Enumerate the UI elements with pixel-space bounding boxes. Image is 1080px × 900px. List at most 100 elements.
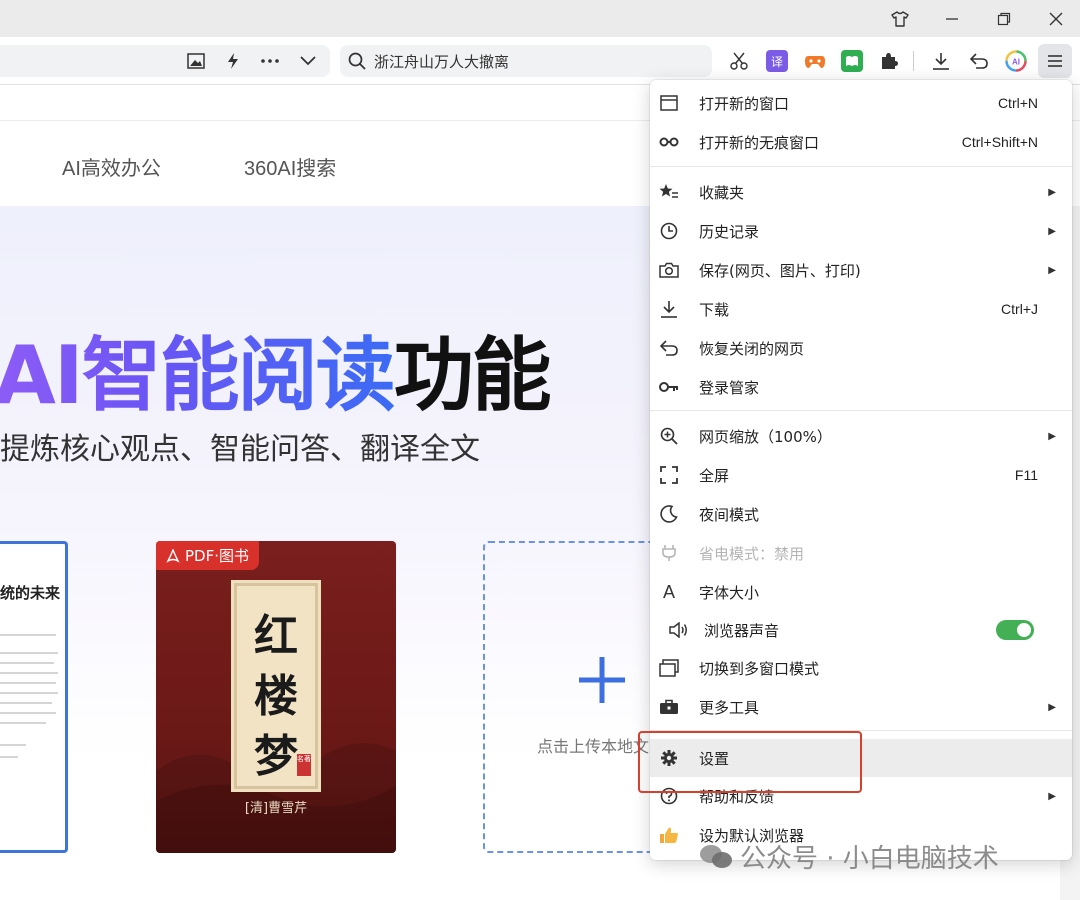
download-icon[interactable] bbox=[930, 50, 952, 72]
reader-extension-icon[interactable] bbox=[841, 50, 863, 72]
menu-item-history[interactable]: 历史记录 ▶ bbox=[650, 212, 1072, 250]
favorites-icon bbox=[658, 181, 680, 203]
search-icon bbox=[348, 52, 366, 70]
menu-label: 保存(网页、图片、打印) bbox=[699, 261, 861, 280]
pdf-icon bbox=[166, 548, 180, 563]
chevron-down-icon[interactable] bbox=[296, 49, 320, 73]
close-button[interactable] bbox=[1032, 0, 1080, 37]
menu-label: 字体大小 bbox=[699, 583, 760, 602]
image-icon[interactable] bbox=[184, 49, 208, 73]
upload-local-file-area[interactable]: 点击上传本地文 bbox=[483, 541, 673, 853]
menu-item-new-incognito-window[interactable]: 打开新的无痕窗口 Ctrl+Shift+N bbox=[650, 123, 1072, 161]
menu-item-power-saver: 省电模式：禁用 bbox=[650, 534, 1072, 572]
book-card-hongloumeng[interactable]: PDF·图书 红 楼 梦 名著 [清]曹雪芹 bbox=[156, 541, 396, 853]
lightning-icon[interactable] bbox=[221, 49, 245, 73]
speaker-icon bbox=[668, 619, 690, 641]
hero-title-dark: 功能 bbox=[393, 329, 552, 422]
book-title-char: 楼 bbox=[254, 671, 298, 722]
menu-separator bbox=[650, 410, 1072, 411]
incognito-icon bbox=[658, 131, 680, 153]
game-extension-icon[interactable] bbox=[804, 50, 826, 72]
nav-link-ai-office[interactable]: AI高效办公 bbox=[62, 152, 161, 181]
menu-item-browser-sound[interactable]: 浏览器声音 bbox=[650, 611, 1072, 649]
browser-sound-toggle[interactable] bbox=[996, 620, 1034, 640]
menu-shortcut: Ctrl+N bbox=[997, 95, 1038, 111]
upload-text: 点击上传本地文 bbox=[537, 737, 650, 756]
search-box[interactable]: 浙江舟山万人大撤离 bbox=[340, 45, 712, 77]
fullscreen-icon bbox=[658, 464, 680, 486]
doc-text-line bbox=[0, 652, 58, 654]
plus-icon bbox=[577, 655, 627, 705]
menu-separator bbox=[650, 166, 1072, 167]
menu-label: 网页缩放（100%） bbox=[699, 427, 832, 446]
submenu-arrow-icon: ▶ bbox=[1048, 790, 1056, 802]
scissors-icon[interactable] bbox=[728, 50, 750, 72]
menu-item-zoom[interactable]: 网页缩放（100%） ▶ bbox=[650, 417, 1072, 455]
watermark-text: 公众号 · 小白电脑技术 bbox=[740, 843, 999, 874]
menu-shortcut: F11 bbox=[1014, 467, 1038, 483]
restore-button[interactable] bbox=[980, 0, 1028, 37]
doc-text-line bbox=[0, 692, 58, 694]
toolbox-icon bbox=[658, 696, 680, 718]
menu-label: 恢复关闭的网页 bbox=[699, 339, 805, 358]
extensions-puzzle-icon[interactable] bbox=[878, 50, 900, 72]
sample-document-card[interactable]: 统的未来 bbox=[0, 541, 68, 853]
menu-item-font-size[interactable]: A 字体大小 bbox=[650, 573, 1072, 611]
hamburger-icon bbox=[1048, 55, 1062, 67]
more-dots-icon[interactable] bbox=[258, 49, 282, 73]
doc-text-line bbox=[0, 756, 18, 758]
thumbs-up-icon bbox=[658, 824, 680, 846]
doc-text-line bbox=[0, 672, 58, 674]
menu-item-fullscreen[interactable]: 全屏 F11 bbox=[650, 456, 1072, 494]
menu-item-restore-closed[interactable]: 恢复关闭的网页 bbox=[650, 329, 1072, 367]
menu-item-downloads[interactable]: 下载 Ctrl+J bbox=[650, 290, 1072, 328]
nav-link-360ai-search[interactable]: 360AI搜索 bbox=[244, 152, 336, 181]
undo-icon[interactable] bbox=[968, 50, 990, 72]
menu-item-more-tools[interactable]: 更多工具 ▶ bbox=[650, 688, 1072, 726]
doc-text-line bbox=[0, 702, 52, 704]
book-seal: 名著 bbox=[297, 754, 311, 776]
submenu-arrow-icon: ▶ bbox=[1048, 264, 1056, 276]
svg-text:AI: AI bbox=[1012, 58, 1020, 67]
doc-text-line bbox=[0, 682, 56, 684]
new-window-icon bbox=[658, 92, 680, 114]
main-menu-button[interactable] bbox=[1038, 44, 1072, 78]
doc-card-title: 统的未来 bbox=[0, 584, 61, 602]
toolbar-divider bbox=[913, 51, 914, 71]
ai-assistant-icon[interactable]: AI bbox=[1005, 50, 1027, 72]
key-icon bbox=[658, 376, 680, 398]
menu-label: 登录管家 bbox=[699, 378, 760, 397]
menu-label: 收藏夹 bbox=[699, 183, 745, 202]
menu-item-save[interactable]: 保存(网页、图片、打印) ▶ bbox=[650, 251, 1072, 289]
pdf-badge-label: PDF·图书 bbox=[185, 547, 249, 565]
menu-item-login-manager[interactable]: 登录管家 bbox=[650, 368, 1072, 406]
menu-item-favorites[interactable]: 收藏夹 ▶ bbox=[650, 173, 1072, 211]
menu-item-multi-window[interactable]: 切换到多窗口模式 bbox=[650, 649, 1072, 687]
doc-text-line bbox=[0, 662, 54, 664]
menu-label: 打开新的窗口 bbox=[699, 94, 790, 113]
menu-item-new-window[interactable]: 打开新的窗口 Ctrl+N bbox=[650, 84, 1072, 122]
submenu-arrow-icon: ▶ bbox=[1048, 430, 1056, 442]
watermark: 公众号 · 小白电脑技术 bbox=[700, 836, 999, 876]
menu-label: 下载 bbox=[699, 300, 730, 319]
download-icon bbox=[658, 298, 680, 320]
menu-label: 历史记录 bbox=[699, 222, 760, 241]
undo-icon bbox=[658, 337, 680, 359]
menu-label: 全屏 bbox=[699, 466, 730, 485]
translate-extension-icon[interactable]: 译 bbox=[766, 50, 788, 72]
skin-shirt-icon[interactable] bbox=[876, 0, 924, 37]
pdf-book-badge: PDF·图书 bbox=[156, 541, 259, 570]
toggle-knob bbox=[1017, 623, 1031, 637]
submenu-arrow-icon: ▶ bbox=[1048, 225, 1056, 237]
minimize-button[interactable] bbox=[928, 0, 976, 37]
wechat-logo-icon bbox=[700, 843, 732, 869]
menu-item-night-mode[interactable]: 夜间模式 bbox=[650, 495, 1072, 533]
history-icon bbox=[658, 220, 680, 242]
doc-text-line bbox=[0, 712, 56, 714]
power-saver-icon bbox=[658, 542, 680, 564]
menu-label: 省电模式：禁用 bbox=[699, 544, 805, 563]
submenu-arrow-icon: ▶ bbox=[1048, 186, 1056, 198]
zoom-icon bbox=[658, 425, 680, 447]
toolbar: 浙江舟山万人大撤离 译 AI bbox=[0, 37, 1080, 85]
font-size-icon: A bbox=[662, 581, 675, 602]
